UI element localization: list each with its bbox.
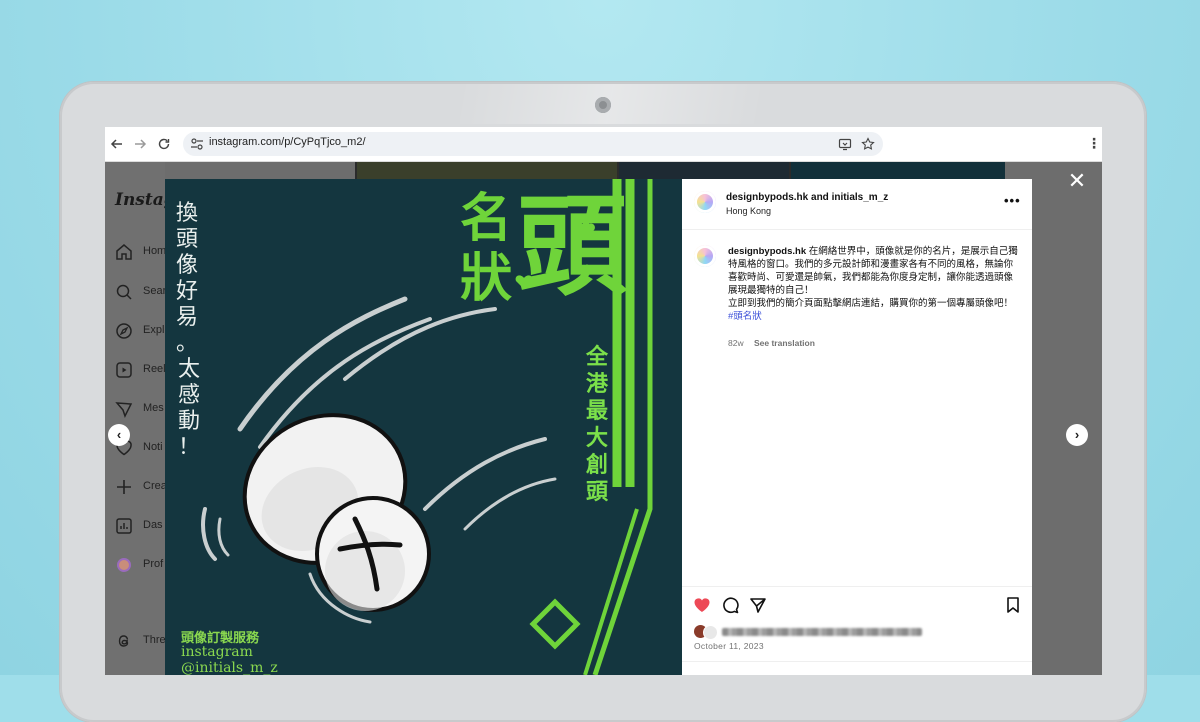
poem-char: 感 bbox=[177, 383, 200, 408]
dashboard-icon bbox=[116, 518, 132, 534]
artwork-title-right: 頭 bbox=[517, 183, 627, 311]
save-bookmark-icon[interactable] bbox=[1004, 596, 1022, 614]
browser-menu-icon[interactable]: ⋮ bbox=[1087, 136, 1101, 151]
sidebar-item-label: Prof bbox=[143, 558, 164, 570]
install-app-icon[interactable] bbox=[838, 137, 852, 151]
liked-by-blurred bbox=[722, 628, 922, 636]
poem-char: 太 bbox=[177, 357, 200, 382]
caption-avatar[interactable] bbox=[694, 245, 716, 267]
close-icon[interactable]: ✕ bbox=[1067, 170, 1087, 192]
title-char: 最 bbox=[585, 399, 608, 424]
poem-char: 易 bbox=[175, 305, 198, 330]
site-settings-icon[interactable] bbox=[190, 137, 204, 151]
caption-text-2: 立即到我們的簡介頁面點擊網店連結，購買你的第一個專屬頭像吧！ bbox=[728, 298, 1014, 309]
title-char: 大 bbox=[585, 426, 608, 451]
reels-icon bbox=[116, 362, 132, 378]
service-platform: instagram bbox=[181, 644, 253, 660]
sidebar-item-create[interactable]: Crea bbox=[115, 477, 167, 497]
like-heart-icon[interactable] bbox=[693, 596, 711, 614]
plus-icon bbox=[117, 480, 131, 494]
post-location[interactable]: Hong Kong bbox=[726, 206, 771, 216]
search-icon bbox=[116, 284, 132, 300]
caption-hashtag[interactable]: #頭名狀 bbox=[728, 310, 1018, 323]
title-char: 頭 bbox=[585, 480, 608, 505]
sidebar-item-dashboard[interactable]: Das bbox=[115, 516, 165, 536]
instagram-sidebar: Instagr Hom Sear Expl Reel Mes Noti Crea bbox=[105, 162, 185, 675]
service-handle: @initials_m_z bbox=[181, 660, 278, 675]
post-authors[interactable]: designbypods.hk and initials_m_z bbox=[726, 192, 888, 203]
sidebar-item-label: Sear bbox=[143, 285, 167, 297]
previous-post-button[interactable]: ‹ bbox=[108, 424, 130, 446]
author-avatar[interactable] bbox=[694, 191, 716, 213]
poem-char: 像 bbox=[175, 253, 198, 278]
more-options-icon[interactable]: ••• bbox=[1004, 193, 1021, 208]
post-caption: designbypods.hk 在網絡世界中，頭像就是你的名片，是展示自己獨特風… bbox=[728, 245, 1018, 323]
caption-username[interactable]: designbypods.hk bbox=[728, 246, 806, 257]
poem-char: 動 bbox=[177, 409, 200, 434]
sidebar-item-label: Das bbox=[143, 519, 163, 531]
poem-char: 頭 bbox=[175, 227, 198, 252]
artwork-poem-col1: 換 頭 像 好 易 。 bbox=[174, 201, 200, 357]
sidebar-item-messages[interactable]: Mes bbox=[115, 399, 165, 419]
webcam bbox=[595, 97, 611, 113]
title-char: 全 bbox=[585, 345, 608, 370]
post-header: designbypods.hk and initials_m_z Hong Ko… bbox=[682, 179, 1032, 230]
url-text: instagram.com/p/CyPqTjco_m2/ bbox=[209, 136, 366, 148]
sidebar-item-reels[interactable]: Reel bbox=[115, 360, 166, 380]
reload-icon[interactable] bbox=[156, 136, 172, 152]
explore-icon bbox=[116, 323, 132, 339]
caption-meta: 82w See translation bbox=[728, 338, 815, 348]
sidebar-item-search[interactable]: Sear bbox=[115, 282, 167, 302]
sidebar-item-home[interactable]: Hom bbox=[115, 242, 167, 262]
threads-icon bbox=[118, 635, 129, 647]
share-icon[interactable] bbox=[749, 596, 767, 614]
sidebar-item-label: Hom bbox=[143, 245, 167, 257]
next-post-button[interactable]: › bbox=[1066, 424, 1088, 446]
back-arrow-icon[interactable] bbox=[109, 136, 125, 152]
sidebar-item-label: Reel bbox=[143, 363, 166, 375]
sidebar-item-label: Noti bbox=[143, 441, 163, 453]
home-icon bbox=[116, 244, 132, 260]
comment-icon[interactable] bbox=[721, 596, 739, 614]
browser-toolbar: instagram.com/p/CyPqTjco_m2/ ⋮ bbox=[105, 127, 1102, 162]
artwork-poem-col2: 太 感 動 ！ bbox=[176, 357, 202, 461]
liked-by-row[interactable] bbox=[694, 625, 924, 640]
sidebar-item-label: Mes bbox=[143, 402, 164, 414]
liker-avatar bbox=[703, 625, 718, 640]
poem-char: ！ bbox=[177, 435, 200, 460]
see-translation-link[interactable]: See translation bbox=[754, 338, 815, 348]
profile-icon bbox=[117, 558, 131, 572]
sidebar-item-label: Crea bbox=[143, 480, 167, 492]
sidebar-item-explore[interactable]: Expl bbox=[115, 321, 165, 341]
sidebar-item-threads[interactable]: Thre bbox=[115, 631, 166, 651]
laptop-screen: instagram.com/p/CyPqTjco_m2/ ⋮ Instagr H… bbox=[105, 127, 1102, 675]
post-date: October 11, 2023 bbox=[694, 641, 764, 651]
messages-icon bbox=[115, 402, 133, 418]
sidebar-item-profile[interactable]: Prof bbox=[115, 555, 165, 575]
sidebar-item-label: Expl bbox=[143, 324, 165, 336]
poem-char: 。 bbox=[175, 331, 198, 356]
poem-char: 好 bbox=[175, 279, 198, 304]
title-char: 創 bbox=[585, 453, 608, 478]
title-char: 港 bbox=[585, 372, 608, 397]
post-image[interactable]: 換 頭 像 好 易 。 太 感 動 ！ 名狀 頭 全 港 最 大 創 頭 頭像訂… bbox=[165, 179, 682, 675]
artwork-vertical-title: 全 港 最 大 創 頭 bbox=[583, 344, 611, 506]
forward-arrow-icon[interactable] bbox=[132, 136, 148, 152]
divider bbox=[682, 661, 1032, 662]
divider bbox=[682, 586, 1032, 587]
bookmark-star-icon[interactable] bbox=[861, 137, 875, 151]
poem-char: 換 bbox=[175, 201, 198, 226]
artwork-title-left: 名狀 bbox=[459, 189, 512, 309]
sidebar-item-label: Thre bbox=[143, 634, 166, 646]
post-age: 82w bbox=[728, 338, 744, 348]
post-details-panel: designbypods.hk and initials_m_z Hong Ko… bbox=[682, 179, 1032, 675]
